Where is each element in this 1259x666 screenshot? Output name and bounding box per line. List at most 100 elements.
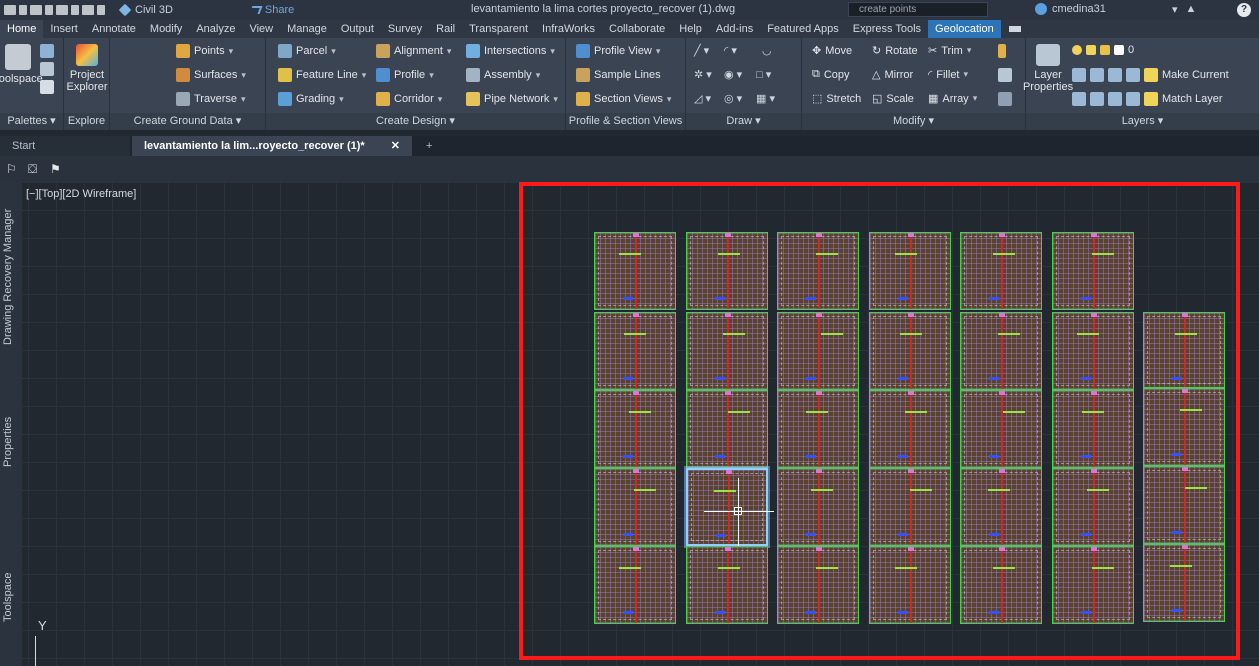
- tab-transparent[interactable]: Transparent: [462, 20, 535, 38]
- survey-network-icon[interactable]: ⚑: [50, 162, 66, 176]
- save-as-icon[interactable]: [56, 5, 68, 15]
- workspace-selector[interactable]: Civil 3D: [118, 3, 173, 17]
- share-button[interactable]: Share: [249, 4, 294, 16]
- scale-button[interactable]: ◱ Scale: [872, 92, 914, 106]
- layer-tool-icon[interactable]: [1072, 92, 1086, 106]
- make-current-button[interactable]: Make Current: [1162, 69, 1229, 81]
- app-menu-icon[interactable]: [4, 5, 16, 15]
- hatch-icon[interactable]: ▦ ▾: [756, 92, 775, 105]
- settings-tab-icon[interactable]: [40, 62, 54, 76]
- exchange-icon[interactable]: ▲: [1186, 3, 1197, 16]
- layers-panel-label[interactable]: Layers ▾: [1026, 113, 1259, 130]
- traverse-button[interactable]: Traverse ▾: [176, 92, 246, 106]
- feature-line-button[interactable]: Feature Line ▾: [278, 68, 366, 82]
- spline-icon[interactable]: ◿ ▾: [694, 92, 711, 105]
- tab-start[interactable]: Start: [0, 136, 130, 156]
- undo-icon[interactable]: [82, 5, 94, 15]
- arc-icon[interactable]: ◜ ▾: [724, 44, 737, 57]
- points-button[interactable]: Points ▾: [176, 44, 233, 58]
- tab-infraworks[interactable]: InfraWorks: [535, 20, 602, 38]
- tab-survey[interactable]: Survey: [381, 20, 429, 38]
- tab-modify[interactable]: Modify: [143, 20, 189, 38]
- open-icon[interactable]: [30, 5, 42, 15]
- match-layer-button[interactable]: Match Layer: [1162, 93, 1223, 105]
- tab-view[interactable]: View: [242, 20, 280, 38]
- tab-help[interactable]: Help: [672, 20, 709, 38]
- survey-figure-icon[interactable]: ⛋: [28, 162, 44, 176]
- layer-tool-icon[interactable]: [1108, 92, 1122, 106]
- tab-express-tools[interactable]: Express Tools: [846, 20, 928, 38]
- close-tab-icon[interactable]: ✕: [391, 136, 400, 156]
- ellipse-icon[interactable]: ◎ ▾: [724, 92, 742, 105]
- tab-geolocation[interactable]: Geolocation: [928, 20, 1001, 38]
- layer-properties-button[interactable]: Layer Properties: [1023, 44, 1073, 93]
- layer-tool-icon[interactable]: [1072, 68, 1086, 82]
- redo-icon[interactable]: [97, 5, 105, 15]
- circle-icon[interactable]: ◉ ▾: [724, 68, 742, 81]
- tab-active-drawing[interactable]: levantamiento la lim...royecto_recover (…: [132, 136, 412, 156]
- line-icon[interactable]: ╱ ▾: [694, 44, 709, 57]
- tab-annotate[interactable]: Annotate: [85, 20, 143, 38]
- explode-icon[interactable]: [998, 68, 1012, 82]
- user-account[interactable]: cmedina31: [1035, 3, 1106, 15]
- tab-featured-apps[interactable]: Featured Apps: [760, 20, 846, 38]
- design-panel-label[interactable]: Create Design ▾: [266, 113, 565, 130]
- drawing-recovery-manager-tab[interactable]: Drawing Recovery Manager: [2, 202, 20, 352]
- point-icon[interactable]: ✲ ▾: [694, 68, 712, 81]
- section-views-button[interactable]: Section Views ▾: [576, 92, 671, 106]
- surfaces-button[interactable]: Surfaces ▾: [176, 68, 246, 82]
- layer-tool-icon[interactable]: [1126, 68, 1140, 82]
- sample-lines-button[interactable]: Sample Lines: [576, 68, 661, 82]
- prospector-icon[interactable]: [40, 44, 54, 58]
- ground-panel-label[interactable]: Create Ground Data ▾: [110, 113, 265, 130]
- draw-panel-label[interactable]: Draw ▾: [686, 113, 801, 130]
- properties-tab[interactable]: Properties: [2, 397, 20, 487]
- help-icon[interactable]: ?: [1237, 3, 1251, 17]
- copy-button[interactable]: ⧉ Copy: [812, 68, 850, 81]
- profile-view-button[interactable]: Profile View ▾: [576, 44, 660, 58]
- parcel-button[interactable]: Parcel ▾: [278, 44, 336, 58]
- toolspace-tab[interactable]: Toolspace: [2, 562, 20, 632]
- survey-tab-icon[interactable]: [40, 80, 54, 94]
- tab-rail[interactable]: Rail: [429, 20, 462, 38]
- pipe-network-button[interactable]: Pipe Network ▾: [466, 92, 558, 106]
- trim-button[interactable]: ✂ Trim ▾: [928, 44, 971, 58]
- search-input[interactable]: create points: [848, 2, 988, 17]
- tab-home[interactable]: Home: [0, 20, 44, 38]
- new-tab-button[interactable]: +: [414, 136, 444, 156]
- mirror-button[interactable]: △ Mirror: [872, 68, 913, 82]
- palettes-panel-label[interactable]: Palettes ▾: [0, 113, 63, 130]
- fillet-button[interactable]: ◜ Fillet ▾: [928, 68, 968, 82]
- tab-analyze[interactable]: Analyze: [189, 20, 242, 38]
- layer-tool-icon[interactable]: [1090, 68, 1104, 82]
- new-icon[interactable]: [19, 5, 27, 15]
- rotate-button[interactable]: ↻ Rotate: [872, 44, 918, 58]
- tab-collaborate[interactable]: Collaborate: [602, 20, 672, 38]
- grading-button[interactable]: Grading ▾: [278, 92, 344, 106]
- corridor-button[interactable]: Corridor ▾: [376, 92, 442, 106]
- assembly-button[interactable]: Assembly ▾: [466, 68, 540, 82]
- cart-icon[interactable]: ▾: [1172, 3, 1178, 16]
- alignment-button[interactable]: Alignment ▾: [376, 44, 451, 58]
- erase-icon[interactable]: [998, 44, 1006, 58]
- project-explorer-button[interactable]: Project Explorer: [66, 44, 108, 93]
- tab-insert[interactable]: Insert: [43, 20, 85, 38]
- save-icon[interactable]: [45, 5, 53, 15]
- tab-output[interactable]: Output: [334, 20, 381, 38]
- tab-add-ins[interactable]: Add-ins: [709, 20, 760, 38]
- layer-dropdown[interactable]: 0: [1072, 44, 1134, 56]
- rectangle-icon[interactable]: □ ▾: [756, 68, 771, 81]
- polyline-icon[interactable]: ◡: [762, 44, 772, 57]
- layer-tool-icon[interactable]: [1090, 92, 1104, 106]
- modify-panel-label[interactable]: Modify ▾: [802, 113, 1025, 130]
- layer-tool-icon[interactable]: [1108, 68, 1122, 82]
- tab-manage[interactable]: Manage: [280, 20, 334, 38]
- layer-tool-icon[interactable]: [1126, 92, 1140, 106]
- offset-icon[interactable]: [998, 92, 1012, 106]
- array-button[interactable]: ▦ Array ▾: [928, 92, 977, 106]
- move-button[interactable]: ✥ Move: [812, 44, 852, 58]
- intersections-button[interactable]: Intersections ▾: [466, 44, 555, 58]
- viewport-controls[interactable]: [−][Top][2D Wireframe]: [26, 188, 136, 200]
- profile-button[interactable]: Profile ▾: [376, 68, 434, 82]
- print-icon[interactable]: [71, 5, 79, 15]
